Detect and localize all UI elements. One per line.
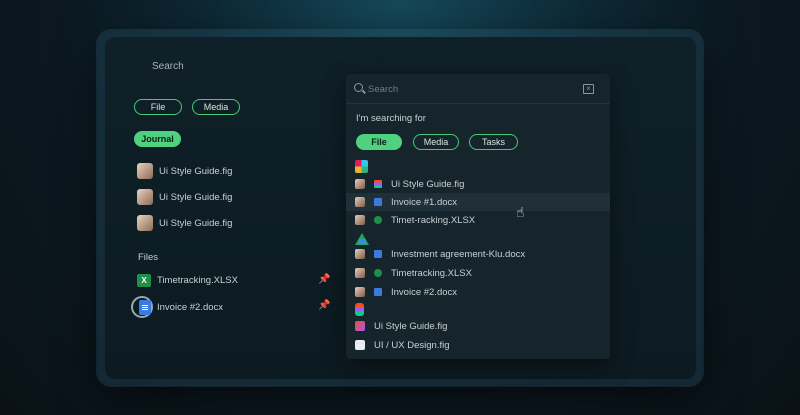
avatar [355,215,365,225]
close-icon[interactable]: × [583,84,594,94]
figma-icon [355,303,364,316]
journal-chip[interactable]: Journal [134,131,181,147]
result-label: Investment agreement-Klu.docx [391,248,526,260]
avatar [355,268,365,278]
figma-icon [374,180,382,188]
searching-for-label: I'm searching for [356,113,426,124]
result-row[interactable]: Ui Style Guide.fig [346,175,610,193]
result-row[interactable]: Invoice #1.docx [346,193,610,211]
avatar [137,163,153,179]
excel-icon: X [137,274,151,287]
result-row[interactable]: Timet-racking.XLSX [346,211,610,229]
result-row[interactable]: Invoice #2.docx [346,283,610,301]
avatar [137,189,153,205]
result-label: Invoice #2.docx [391,286,458,298]
search-dropdown: Search × I'm searching for File Media Ta… [346,74,610,359]
recent-item-3[interactable]: Ui Style Guide.fig [137,215,232,231]
recent-item-label: Ui Style Guide.fig [159,191,233,203]
recent-item-label: Ui Style Guide.fig [159,217,233,229]
result-row[interactable]: Ui Style Guide.fig [346,317,610,335]
dropdown-filter-media[interactable]: Media [413,134,459,150]
hand-cursor-icon: ☝ [516,204,525,220]
avatar [355,249,365,259]
doc-icon [374,288,382,296]
recent-item-label: Ui Style Guide.fig [159,165,233,177]
excel-icon [374,216,382,224]
file-item-invoice[interactable]: Invoice #2.docx [139,300,223,315]
result-label: Ui Style Guide.fig [391,178,465,190]
doc-icon [374,250,382,258]
files-heading: Files [138,252,159,263]
pin-icon[interactable]: 📌 [318,274,330,285]
doc-icon [374,198,382,206]
avatar [137,215,153,231]
tooth-file-icon [355,340,365,350]
result-row[interactable]: Investment agreement-Klu.docx [346,245,610,263]
file-item-label: Timetracking.XLSX [157,275,238,286]
dropdown-filter-file[interactable]: File [356,134,402,150]
result-row[interactable]: Timetracking.XLSX [346,264,610,282]
avatar [355,197,365,207]
result-label: Ui Style Guide.fig [374,320,448,332]
file-item-timetracking[interactable]: X Timetracking.XLSX [137,274,238,287]
search-input[interactable]: Search [368,84,398,95]
result-label: Timet-racking.XLSX [391,214,476,226]
avatar [355,179,365,189]
file-item-label: Invoice #2.docx [157,302,224,313]
avatar [355,287,365,297]
slack-icon [355,160,368,173]
dropdown-filter-tasks[interactable]: Tasks [469,134,518,150]
figma-file-icon [355,321,365,331]
excel-icon [374,269,382,277]
left-search-label[interactable]: Search [152,61,184,72]
doc-icon [139,300,151,315]
filter-chip-media[interactable]: Media [192,99,240,115]
result-label: Timetracking.XLSX [391,267,472,279]
result-label: UI / UX Design.fig [374,339,450,351]
pin-icon[interactable]: 📌 [318,300,330,311]
result-label: Invoice #1.docx [391,196,458,208]
dropdown-search-bar[interactable]: Search × [346,74,610,104]
recent-item-1[interactable]: Ui Style Guide.fig [137,163,232,179]
recent-item-2[interactable]: Ui Style Guide.fig [137,189,232,205]
result-row[interactable]: UI / UX Design.fig [346,336,610,354]
search-icon [354,83,363,92]
filter-chip-file[interactable]: File [134,99,182,115]
